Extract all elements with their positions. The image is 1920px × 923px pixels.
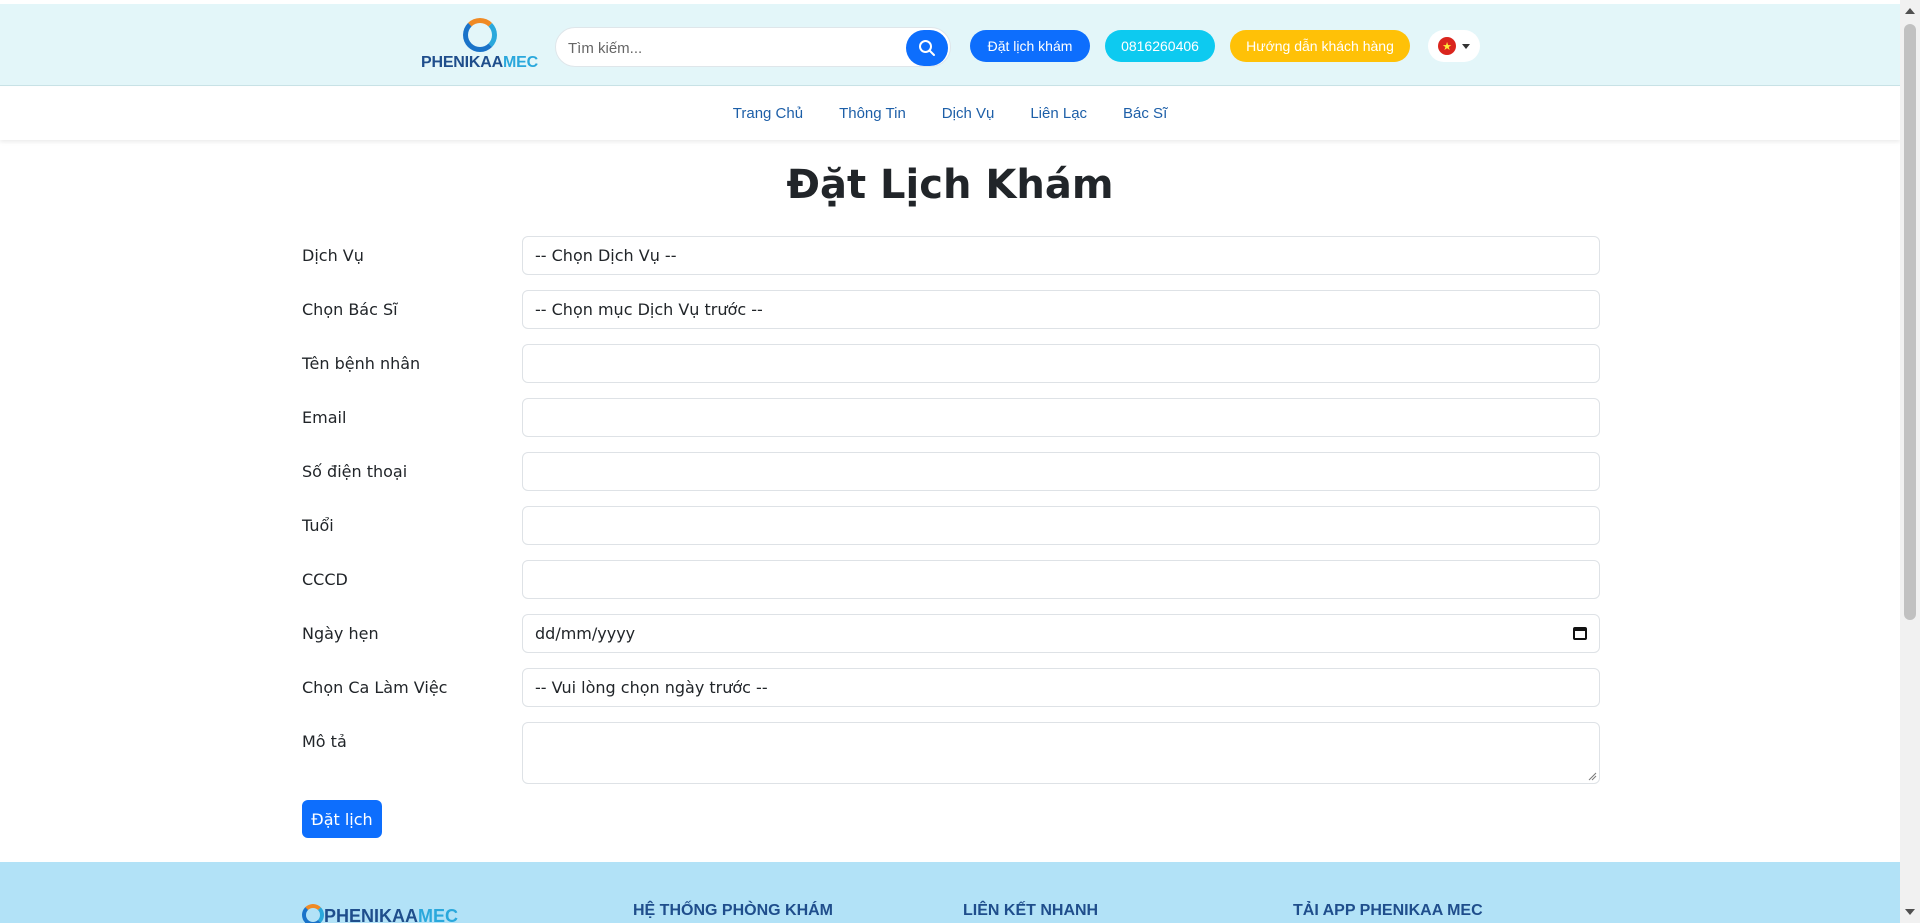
form-row-age: Tuổi xyxy=(302,506,1600,560)
book-appointment-button[interactable]: Đặt lịch khám xyxy=(970,30,1090,62)
vietnam-flag-icon: ★ xyxy=(1438,37,1456,55)
form-row-phone: Số điện thoại xyxy=(302,452,1600,506)
page-title: Đặt Lịch Khám xyxy=(786,162,1114,208)
form-row-service: Dịch Vụ -- Chọn Dịch Vụ -- xyxy=(302,236,1600,290)
page: PHENIKAAMEC Đặt lịch khám 0816260406 Hướ… xyxy=(0,0,1900,923)
footer-logo-text: PHENIKAAMEC xyxy=(324,906,459,923)
footer-heading-clinics: HỆ THỐNG PHÒNG KHÁM xyxy=(633,902,833,919)
scrollbar-thumb[interactable] xyxy=(1904,24,1916,620)
patient-name-label: Tên bệnh nhân xyxy=(302,354,421,373)
footer: PHENIKAAMEC HỆ THỐNG PHÒNG KHÁM LIÊN KẾT… xyxy=(0,862,1900,923)
scroll-up-icon[interactable] xyxy=(1905,8,1915,14)
patient-name-input[interactable] xyxy=(522,344,1600,383)
language-dropdown[interactable]: ★ xyxy=(1428,30,1480,62)
top-header: PHENIKAAMEC Đặt lịch khám 0816260406 Hướ… xyxy=(0,4,1900,86)
description-textarea[interactable] xyxy=(522,722,1600,784)
footer-heading-app: TẢI APP PHENIKAA MEC xyxy=(1293,902,1483,919)
age-input[interactable] xyxy=(522,506,1600,545)
phone-label: Số điện thoại xyxy=(302,462,408,481)
form-row-cccd: CCCD xyxy=(302,560,1600,614)
description-label: Mô tả xyxy=(302,732,347,751)
main-nav: Trang Chủ Thông Tin Dịch Vụ Liên Lạc Bác… xyxy=(0,87,1900,140)
logo-text: PHENIKAAMEC xyxy=(421,54,538,71)
date-label: Ngày hẹn xyxy=(302,624,379,643)
phone-input[interactable] xyxy=(522,452,1600,491)
email-input[interactable] xyxy=(522,398,1600,437)
resize-handle-icon[interactable] xyxy=(1587,771,1597,781)
doctor-select[interactable]: -- Chọn mục Dịch Vụ trước -- xyxy=(522,290,1600,329)
shift-label: Chọn Ca Làm Việc xyxy=(302,678,448,697)
email-label: Email xyxy=(302,408,347,427)
cccd-input[interactable] xyxy=(522,560,1600,599)
form-row-patient-name: Tên bệnh nhân xyxy=(302,344,1600,398)
date-input-value: dd/mm/yyyy xyxy=(535,624,636,643)
nav-doctors[interactable]: Bác Sĩ xyxy=(1123,105,1167,122)
doctor-label: Chọn Bác Sĩ xyxy=(302,300,398,319)
service-select[interactable]: -- Chọn Dịch Vụ -- xyxy=(522,236,1600,275)
form-row-email: Email xyxy=(302,398,1600,452)
booking-form: Dịch Vụ -- Chọn Dịch Vụ -- Chọn Bác Sĩ -… xyxy=(302,236,1600,838)
search-button[interactable] xyxy=(906,30,948,66)
service-label: Dịch Vụ xyxy=(302,246,364,265)
submit-booking-button[interactable]: Đặt lịch xyxy=(302,800,382,838)
search-bar xyxy=(555,27,951,67)
form-row-date: Ngày hẹn dd/mm/yyyy xyxy=(302,614,1600,668)
date-input[interactable]: dd/mm/yyyy xyxy=(522,614,1600,653)
form-row-doctor: Chọn Bác Sĩ -- Chọn mục Dịch Vụ trước -- xyxy=(302,290,1600,344)
nav-info[interactable]: Thông Tin xyxy=(839,105,906,122)
nav-contact[interactable]: Liên Lạc xyxy=(1030,105,1087,122)
form-row-description: Mô tả xyxy=(302,722,1600,798)
form-row-shift: Chọn Ca Làm Việc -- Vui lòng chọn ngày t… xyxy=(302,668,1600,722)
shift-select[interactable]: -- Vui lòng chọn ngày trước -- xyxy=(522,668,1600,707)
phone-button[interactable]: 0816260406 xyxy=(1105,30,1215,62)
site-logo[interactable]: PHENIKAAMEC xyxy=(421,18,539,78)
caret-down-icon xyxy=(1462,43,1470,49)
nav-home[interactable]: Trang Chủ xyxy=(733,105,803,122)
nav-services[interactable]: Dịch Vụ xyxy=(942,105,995,122)
footer-heading-quick-links: LIÊN KẾT NHANH xyxy=(963,902,1099,919)
customer-guide-button[interactable]: Hướng dẫn khách hàng xyxy=(1230,30,1410,62)
search-input[interactable] xyxy=(568,36,888,60)
vertical-scrollbar[interactable] xyxy=(1900,0,1920,923)
calendar-icon[interactable] xyxy=(1573,627,1587,640)
cccd-label: CCCD xyxy=(302,570,348,589)
footer-logo-ring-icon xyxy=(302,904,324,923)
scroll-down-icon[interactable] xyxy=(1905,909,1915,915)
age-label: Tuổi xyxy=(302,516,334,535)
logo-ring-icon xyxy=(463,18,497,52)
footer-logo[interactable]: PHENIKAAMEC xyxy=(302,904,472,923)
search-icon xyxy=(919,40,935,56)
